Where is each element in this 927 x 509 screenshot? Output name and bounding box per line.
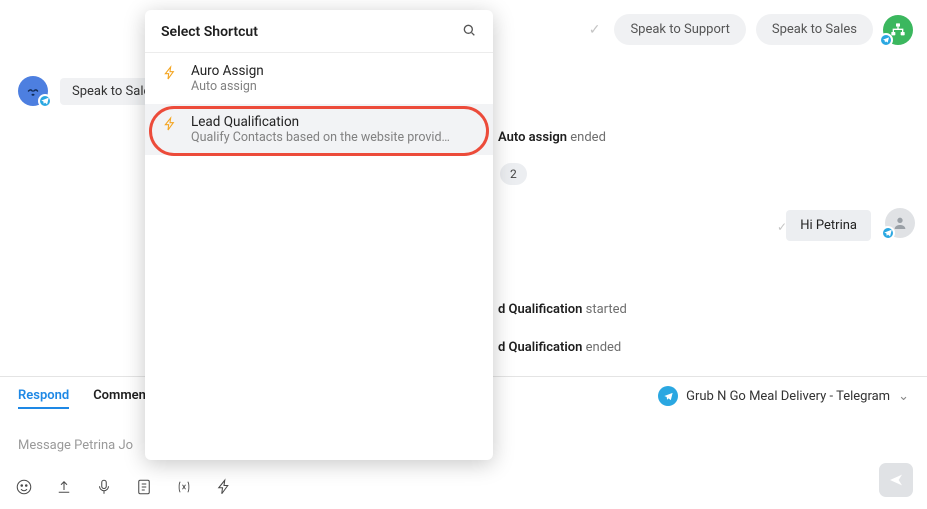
upload-icon[interactable] (54, 477, 74, 497)
agent-avatar (885, 208, 915, 238)
message-input[interactable]: Message Petrina Jo (18, 438, 133, 453)
delivered-check-icon: ✓ (589, 22, 605, 38)
telegram-badge-icon (38, 94, 52, 108)
shortcut-subtitle: Qualify Contacts based on the website pr… (191, 130, 450, 145)
shortcut-bolt-icon[interactable] (214, 477, 234, 497)
workflow-icon (890, 22, 906, 38)
channel-label: Grub N Go Meal Delivery - Telegram (686, 389, 890, 404)
system-event-auto-assign: Auto assign ended (498, 130, 606, 145)
shortcut-popover: Select Shortcut Auro Assign Auto assign … (145, 10, 493, 460)
shortcut-item-auto-assign[interactable]: Auro Assign Auto assign (145, 53, 493, 104)
channel-selector[interactable]: Grub N Go Meal Delivery - Telegram ⌄ (658, 386, 909, 406)
workflow-avatar[interactable] (883, 15, 913, 45)
system-event-lq-started: d Qualification started (498, 302, 627, 317)
shortcut-title: Lead Qualification (191, 114, 450, 130)
unread-badge: 2 (500, 163, 527, 185)
telegram-badge-icon (879, 33, 893, 47)
tab-comment[interactable]: Comment (93, 388, 150, 409)
chip-speak-to-support[interactable]: Speak to Support (614, 14, 745, 45)
bolt-icon (161, 115, 179, 133)
popover-title: Select Shortcut (161, 24, 258, 40)
outgoing-message: Hi Petrina (786, 210, 871, 241)
telegram-icon (658, 386, 678, 406)
variable-icon[interactable] (174, 477, 194, 497)
snippet-icon[interactable] (134, 477, 154, 497)
person-icon (892, 215, 908, 231)
compose-toolbar (14, 477, 234, 497)
system-event-lq-ended: d Qualification ended (498, 340, 621, 355)
send-button[interactable] (879, 463, 913, 497)
chip-speak-to-sales[interactable]: Speak to Sales (756, 14, 873, 45)
emoji-icon[interactable] (14, 477, 34, 497)
chevron-down-icon: ⌄ (898, 389, 909, 404)
microphone-icon[interactable] (94, 477, 114, 497)
contact-avatar[interactable] (18, 76, 48, 106)
bolt-icon (161, 64, 179, 82)
telegram-badge-icon (881, 226, 895, 240)
shortcut-subtitle: Auto assign (191, 79, 264, 94)
shortcut-title: Auro Assign (191, 63, 264, 79)
tab-respond[interactable]: Respond (18, 388, 69, 409)
shortcut-item-lead-qualification[interactable]: Lead Qualification Qualify Contacts base… (145, 104, 493, 155)
search-icon[interactable] (461, 22, 477, 42)
